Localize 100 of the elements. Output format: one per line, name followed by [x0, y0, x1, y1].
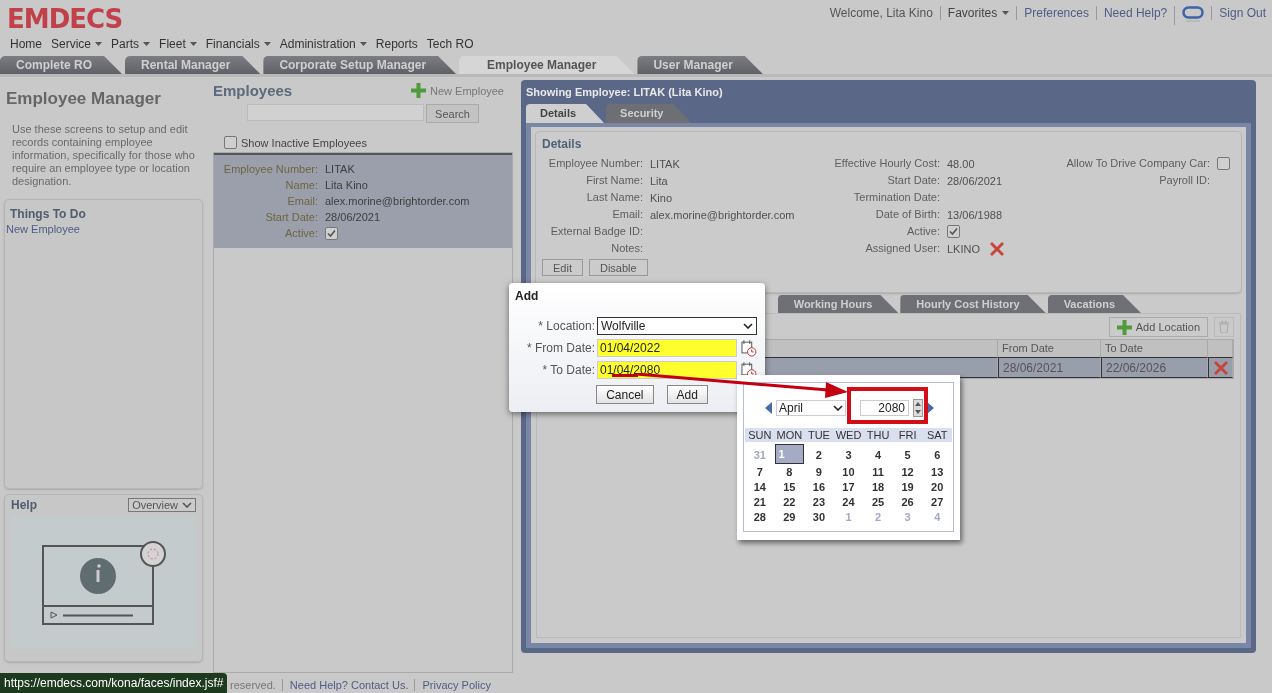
field-value: Lita: [650, 174, 668, 187]
overview-dropdown[interactable]: Overview: [128, 498, 196, 512]
field-label: Name:: [284, 179, 318, 191]
calendar-day[interactable]: 2: [804, 448, 834, 464]
calendar-day[interactable]: 5: [892, 448, 923, 464]
footer-link[interactable]: Need Help? Contact Us.: [289, 679, 409, 691]
field-label: Employee Number:: [222, 163, 318, 175]
calendar-day[interactable]: 29: [774, 510, 805, 524]
calendar-day[interactable]: 21: [745, 495, 775, 509]
calendar-clock-icon[interactable]: [741, 339, 757, 357]
nav-menu-item[interactable]: Reports: [375, 36, 418, 51]
location-select[interactable]: Wolfville: [597, 317, 757, 335]
field-label: Employee Number:: [547, 157, 643, 170]
field-label: Start Date:: [264, 211, 318, 223]
field-label: Email:: [286, 195, 318, 207]
calendar-day[interactable]: 30: [804, 510, 834, 524]
dialog-button[interactable]: Cancel: [596, 385, 654, 404]
checkbox-label: Show Inactive Employees: [241, 136, 367, 149]
employee-record[interactable]: Employee Number: LITAK Name: Lita Kino Email: alex.morine@brightorder.com Start Date: 28/06/2021 Active:: [214, 153, 512, 248]
calendar-day[interactable]: 15: [774, 480, 805, 494]
checkbox[interactable]: [325, 227, 338, 240]
calendar-day[interactable]: 19: [892, 480, 923, 494]
weekday-label: THU: [865, 428, 891, 442]
plus-icon: [1116, 319, 1132, 335]
nav-menu-item[interactable]: Fleet: [159, 36, 197, 51]
checkbox[interactable]: [1217, 157, 1230, 170]
calendar-day[interactable]: 27: [922, 495, 952, 509]
field-value: Kino: [650, 191, 673, 204]
calendar-day[interactable]: 20: [922, 480, 952, 494]
weekday-label: TUE: [806, 428, 831, 442]
field-label: Last Name:: [585, 191, 643, 204]
calendar-day[interactable]: 22: [774, 495, 805, 509]
calendar-day[interactable]: 9: [804, 465, 834, 479]
search-button[interactable]: Search: [426, 104, 479, 123]
add-location-button[interactable]: Add Location: [1108, 317, 1208, 337]
oracle-icon[interactable]: [1182, 6, 1205, 22]
calendar-day[interactable]: 10: [833, 465, 864, 479]
calendar-day[interactable]: 8: [774, 465, 805, 479]
date-field[interactable]: 01/04/2022: [597, 339, 738, 357]
status-url-tooltip: https://emdecs.com/kona/faces/index.jsf#: [0, 673, 228, 693]
field-value: 28/06/2021: [947, 174, 1003, 187]
app-tab[interactable]: Employee Manager: [459, 56, 635, 74]
nav-menu-item[interactable]: Parts: [111, 36, 151, 51]
calendar-day[interactable]: 25: [863, 495, 893, 509]
calendar-day[interactable]: 7: [745, 465, 775, 479]
header-link[interactable]: Preferences: [1024, 6, 1089, 20]
underline-mark: [612, 374, 638, 377]
next-icon[interactable]: [927, 402, 934, 414]
chevron-icon: [182, 502, 192, 508]
calendar-day[interactable]: 12: [892, 465, 923, 479]
calendar-day[interactable]: 3: [833, 448, 864, 464]
footer-link[interactable]: Privacy Policy: [422, 679, 491, 691]
field-value: 13/06/1988: [947, 208, 1003, 221]
nav-menu-item[interactable]: Home: [10, 36, 42, 51]
calendar-day[interactable]: 26: [892, 495, 923, 509]
month-select[interactable]: April: [776, 400, 846, 416]
delete-icon[interactable]: [990, 242, 1004, 256]
calendar-day[interactable]: 17: [833, 480, 864, 494]
calendar-day[interactable]: 14: [745, 480, 775, 494]
favorites-menu[interactable]: Favorites: [947, 6, 1010, 20]
chevron-icon: [743, 323, 753, 329]
nav-menu-item[interactable]: Tech RO: [426, 36, 474, 51]
calendar-day[interactable]: 18: [863, 480, 893, 494]
calendar-day[interactable]: 4: [863, 448, 893, 464]
field-value: LITAK: [650, 157, 680, 170]
field-label: Active:: [906, 225, 940, 238]
todo-link[interactable]: New Employee: [4, 223, 80, 235]
field-label: Payroll ID:: [1158, 174, 1210, 187]
dialog-button[interactable]: Add: [666, 385, 708, 404]
nav-menu-item[interactable]: Administration: [279, 36, 367, 51]
field-label: * To Date:: [541, 363, 595, 377]
help-video[interactable]: [11, 517, 196, 649]
plus-icon: [411, 83, 426, 98]
header-link[interactable]: Need Help?: [1103, 6, 1168, 20]
calendar-day[interactable]: 16: [804, 480, 834, 494]
spinner-icon[interactable]: [913, 399, 923, 417]
panel-tab[interactable]: Details: [526, 104, 605, 123]
column-header[interactable]: To Date: [1101, 340, 1208, 357]
field-value: alex.morine@brightorder.com: [650, 208, 795, 221]
trash-icon: [1219, 321, 1229, 333]
checkbox[interactable]: [224, 136, 237, 149]
calendar-day[interactable]: 24: [833, 495, 864, 509]
nav-menu-item[interactable]: Financials: [205, 36, 271, 51]
action-button[interactable]: Edit: [542, 259, 583, 276]
date-field[interactable]: 01/04/2080: [597, 361, 738, 379]
calendar-day[interactable]: 28: [745, 510, 775, 524]
calendar-day[interactable]: 23: [804, 495, 834, 509]
calendar-day[interactable]: 6: [922, 448, 952, 464]
checkbox[interactable]: [947, 225, 960, 238]
calendar-day[interactable]: 11: [863, 465, 893, 479]
field-label: * From Date:: [526, 341, 595, 355]
year-field[interactable]: 2080: [860, 400, 909, 416]
header-link[interactable]: Sign Out: [1219, 6, 1266, 20]
nav-menu-item[interactable]: Service: [51, 36, 103, 51]
field-label: Effective Hourly Cost:: [833, 157, 940, 170]
weekday-label: SUN: [747, 428, 773, 442]
action-button[interactable]: Disable: [588, 259, 648, 276]
column-header[interactable]: From Date: [998, 340, 1101, 357]
calendar-day[interactable]: 13: [922, 465, 952, 479]
search-field[interactable]: [247, 104, 425, 121]
